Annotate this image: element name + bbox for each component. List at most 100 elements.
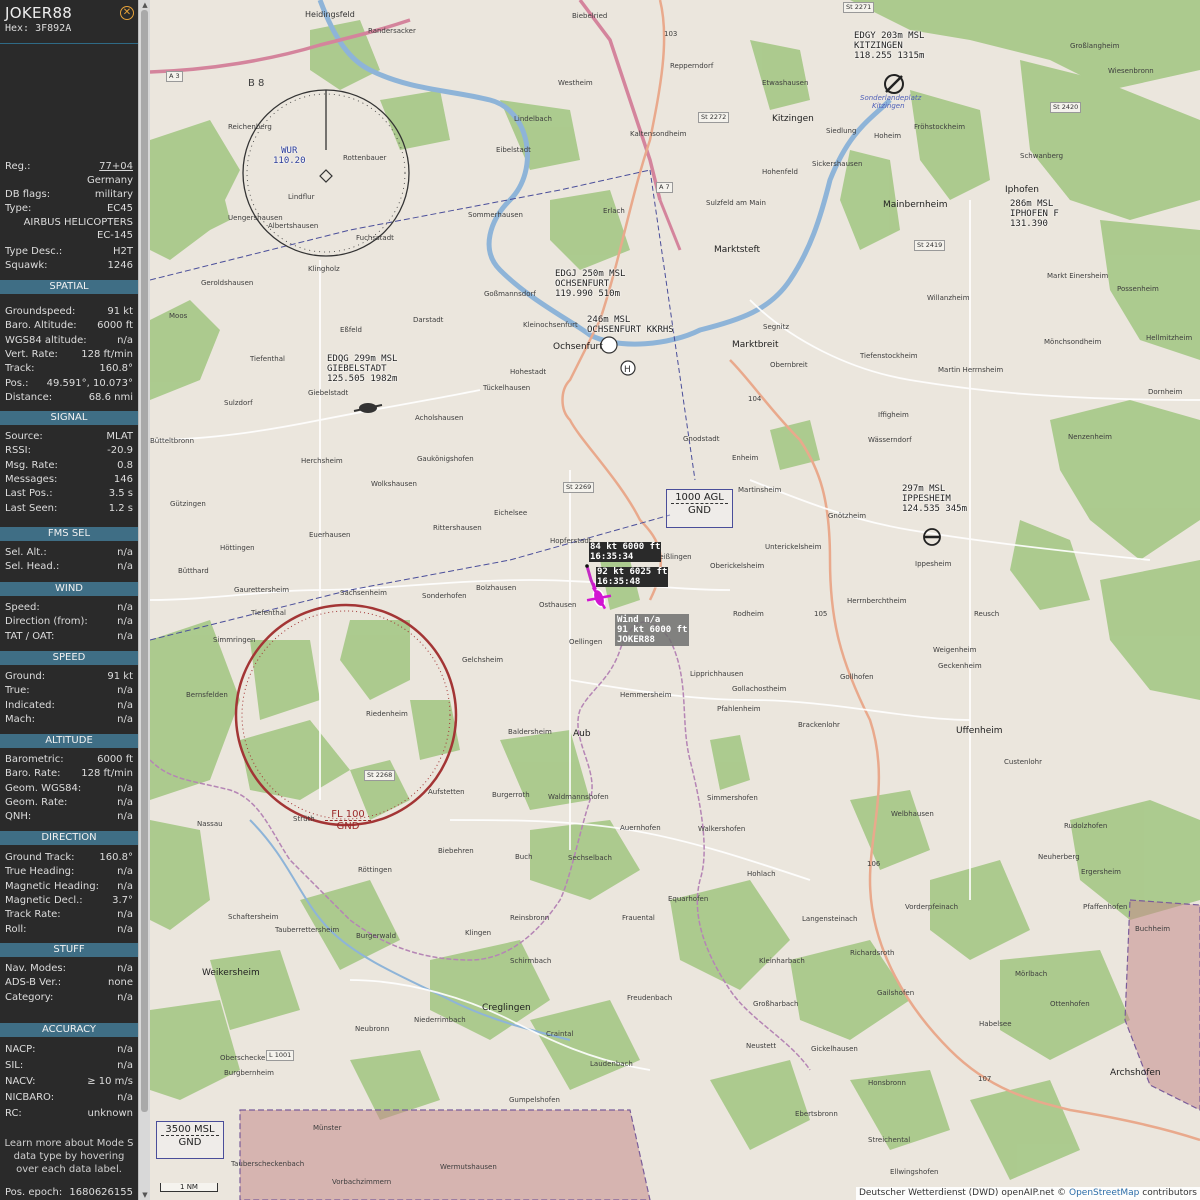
info-value: n/a [117,991,133,1003]
info-label: Direction (from): [5,616,88,628]
airport-label-edgj[interactable]: EDGJ 250m MSL OCHSENFURT 119.990 510m [555,269,625,299]
info-row: WGS84 altitude: n/a [5,334,133,348]
place-label: Wolkshausen [371,480,417,488]
info-label: SIL: [5,1060,24,1071]
place-label: Dornheim [1148,388,1183,396]
place-label: Pfahlenheim [717,705,761,713]
airport-line: GIEBELSTADT [327,364,387,374]
info-value: n/a [117,713,133,725]
place-label: Hohlach [747,870,776,878]
info-value: n/a [117,685,133,697]
vor-label-wur[interactable]: WUR 110.20 [273,146,306,166]
place-label: Custenlohr [1004,758,1043,766]
info-label: Sel. Head.: [5,561,60,573]
info-row: Magnetic Heading: n/a [5,880,133,894]
info-label: Ground Track: [5,852,75,863]
place-label: Creglingen [482,1003,531,1013]
place-label: Osthausen [539,601,577,609]
track-point-label-2: 92 kt 6025 ft 16:35:48 [596,567,669,587]
info-value: n/a [117,699,133,711]
place-label: Enheim [732,454,759,462]
place-label: Gaurettersheim [234,586,290,594]
info-label: Indicated: [5,699,55,711]
info-label: Speed: [5,602,40,613]
place-label: Obernbreit [770,361,808,369]
info-row: Indicated: n/a [5,699,133,713]
place-label: Markt Einersheim [1047,272,1109,280]
airspace-top: 1000 AGL [671,492,728,504]
scroll-down-arrow-icon[interactable]: ▼ [141,1191,149,1199]
info-label: Last Pos.: [5,488,53,500]
info-row: Msg. Rate: 0.8 [5,459,133,473]
info-value: 91 kt [107,306,133,317]
info-row: TAT / OAT: n/a [5,630,133,644]
info-value: n/a [117,782,133,794]
info-row: Messages: 146 [5,473,133,487]
place-label: Tückelhausen [483,384,531,392]
place-label: Randersacker [368,27,416,35]
place-label: Auernhofen [620,824,661,832]
info-label: NACP: [5,1044,36,1055]
airspace-top: 3500 MSL [161,1124,219,1136]
aircraft-tag[interactable]: Wind n/a 91 kt 6000 ft JOKER88 [615,614,690,646]
info-label: Source: [5,431,43,442]
attr-contributors: contributors [1142,1188,1197,1198]
type-desc-value: H2T [113,246,133,257]
airport-label-edgy[interactable]: EDGY 203m MSL KITZINGEN 118.255 1315m [854,31,924,61]
place-label: Repperndorf [670,62,714,70]
info-value: n/a [117,616,133,628]
svg-text:H: H [624,365,631,375]
airspace-label-fl100[interactable]: FL 100 GND [325,809,371,832]
section-header-fms-sel: FMS SEL [0,527,138,541]
info-label: Track: [5,363,35,375]
scroll-up-arrow-icon[interactable]: ▲ [141,1,149,9]
place-label: Ippesheim [915,560,952,568]
airport-label-ippesheim[interactable]: 297m MSL IPPESHEIM 124.535 345m [902,484,967,514]
info-value: n/a [117,1044,133,1055]
info-label: Magnetic Heading: [5,880,99,892]
info-value: 0.8 [117,459,133,471]
place-label: Etwashausen [762,79,809,87]
airport-label-edqg[interactable]: EDQG 299m MSL GIEBELSTADT 125.505 1982m [327,354,397,384]
place-label: Herrnberchtheim [847,597,907,605]
close-icon[interactable]: ✕ [120,6,134,20]
place-label: Reusch [974,610,1000,618]
place-label: Gickelhausen [811,1045,858,1053]
airspace-label-1000agl[interactable]: 1000 AGL GND [666,489,733,528]
place-label: Herchsheim [301,457,343,465]
section-header-signal: SIGNAL [0,411,138,425]
info-value: 128 ft/min [81,768,133,780]
sidebar-scrollbar[interactable]: ▲ ▼ [138,0,150,1200]
place-label: Erlach [603,207,625,215]
place-label: Archshofen [1110,1068,1161,1078]
place-label: Streichental [868,1136,911,1144]
place-label: Equarhofen [668,895,709,903]
airport-label-iphofen[interactable]: 286m MSL IPHOFEN F 131.390 [1010,199,1059,229]
place-label: Bütthard [178,567,209,575]
airspace-label-3500msl[interactable]: 3500 MSL GND [156,1121,224,1159]
info-label: WGS84 altitude: [5,334,87,346]
reg-link[interactable]: 77+04 [99,160,133,174]
db-flags-value: military [94,189,133,200]
info-label: Barometric: [5,754,64,765]
info-value: n/a [117,923,133,935]
airport-line: OCHSENFURT [555,279,610,289]
sonder-label: Sonderlandeplatz Kitzingen [860,94,921,110]
place-label: Pfaffenhofen [1083,903,1128,911]
squawk-row: Squawk: 1246 [5,259,133,273]
airport-line: 246m MSL [587,315,631,325]
place-label: Rudolzhofen [1064,822,1108,830]
place-label: Tiefenthal [250,355,285,363]
attr-osm-link[interactable]: OpenStreetMap [1069,1188,1139,1198]
info-value: n/a [117,602,133,613]
info-row: Vert. Rate: 128 ft/min [5,348,133,362]
heliport-label-ochsenfurt[interactable]: 246m MSL OCHSENFURT KKRHS [587,315,674,335]
place-label: Niederrimbach [414,1016,466,1024]
map-view[interactable]: H Heidingsfeld Randersacker Biebelried R… [150,0,1200,1200]
info-value: n/a [117,880,133,892]
scrollbar-thumb[interactable] [141,10,148,1112]
place-label: Tiefenstockheim [860,352,918,360]
place-label: Gelchsheim [462,656,504,664]
info-row: Geom. WGS84: n/a [5,782,133,796]
place-label: Ochsenfurt [553,342,603,352]
